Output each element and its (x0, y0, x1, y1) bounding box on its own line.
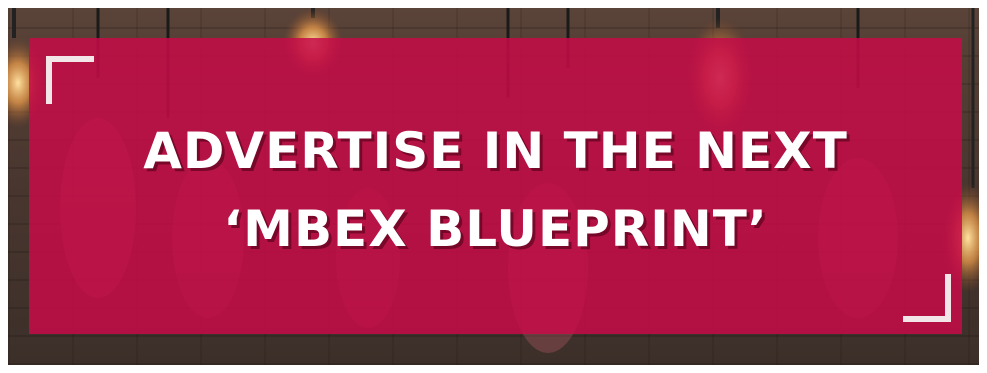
banner-headline: ADVERTISE IN THE NEXT ‘MBEX BLUEPRINT’ (29, 112, 962, 268)
top-left-corner-bracket (46, 56, 94, 104)
bottom-right-corner-bracket (903, 274, 951, 322)
headline-line-1: ADVERTISE IN THE NEXT (143, 122, 848, 180)
headline-line-2: ‘MBEX BLUEPRINT’ (223, 200, 768, 258)
